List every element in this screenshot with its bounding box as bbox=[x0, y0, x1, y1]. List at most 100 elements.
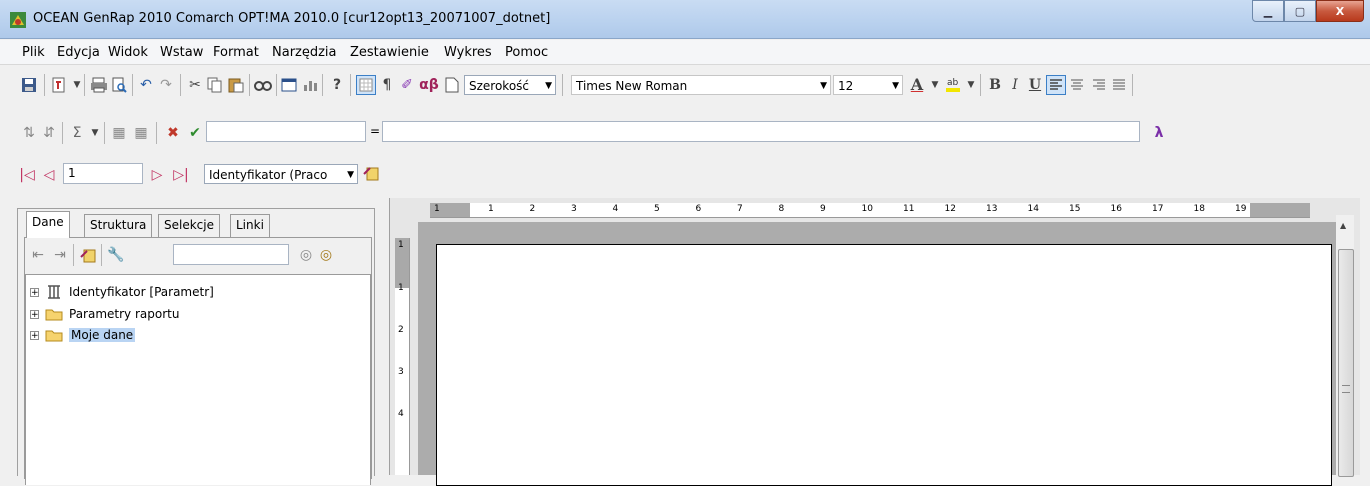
menu-zestawienie[interactable]: Zestawienie bbox=[350, 45, 429, 60]
data-panel: Dane Struktura Selekcje Linki ⇤ ⇥ 🔧 ◎ ◎ … bbox=[17, 208, 375, 485]
lambda-icon[interactable]: λ bbox=[1150, 124, 1168, 142]
copy-icon[interactable] bbox=[206, 76, 224, 94]
confirm-icon[interactable]: ✔ bbox=[186, 124, 204, 142]
folder-icon bbox=[45, 309, 63, 321]
align-left-icon[interactable] bbox=[1046, 75, 1066, 95]
italic-button[interactable]: I bbox=[1006, 76, 1024, 94]
symbol-icon[interactable]: αβ bbox=[418, 76, 440, 94]
grip-icon bbox=[1342, 385, 1350, 393]
align-right-icon[interactable] bbox=[1090, 76, 1108, 94]
tab-struktura[interactable]: Struktura bbox=[84, 214, 153, 237]
find-icon[interactable] bbox=[254, 76, 272, 94]
expand-icon[interactable]: + bbox=[30, 309, 39, 319]
menu-plik[interactable]: Plik bbox=[22, 45, 45, 60]
sort-ascending-icon[interactable]: ⇅ bbox=[20, 124, 38, 142]
save-icon[interactable] bbox=[20, 76, 38, 94]
ruler-tick-label: 1 bbox=[434, 204, 440, 214]
font-color-icon[interactable]: A bbox=[908, 75, 926, 94]
field-select[interactable]: Identyfikator (Praco ▼ bbox=[204, 164, 358, 184]
expand-icon[interactable]: + bbox=[30, 287, 39, 297]
move-right-icon[interactable]: ⇥ bbox=[51, 246, 69, 264]
paste-icon[interactable] bbox=[227, 76, 245, 94]
menu-narzedzia[interactable]: Narzędzia bbox=[272, 45, 337, 60]
chevron-down-icon[interactable]: ▼ bbox=[926, 76, 944, 94]
maximize-button[interactable]: ▢ bbox=[1284, 0, 1316, 22]
underline-button[interactable]: U bbox=[1026, 76, 1044, 94]
next-record-icon[interactable]: ▷ bbox=[148, 166, 166, 184]
tab-content-dane: ⇤ ⇥ 🔧 ◎ ◎ + Identyfikator [Parametr] + P… bbox=[24, 237, 372, 485]
field-select-value: Identyfikator (Praco bbox=[209, 168, 328, 182]
undo-icon[interactable]: ↶ bbox=[137, 76, 155, 94]
ruler-tick-label: 5 bbox=[654, 204, 660, 214]
help-icon[interactable]: ? bbox=[328, 76, 346, 94]
separator bbox=[84, 74, 85, 96]
pen-icon[interactable]: ✐ bbox=[398, 76, 416, 94]
ruler-tick-label: 17 bbox=[1152, 204, 1164, 214]
page-icon[interactable] bbox=[443, 76, 461, 94]
ruler-tick-label: 10 bbox=[861, 204, 873, 214]
table-icon[interactable] bbox=[280, 76, 298, 94]
font-size-select[interactable]: 12 ▼ bbox=[833, 75, 903, 95]
ruler-tick-label: 19 bbox=[1235, 204, 1247, 214]
record-number-field[interactable]: 1 bbox=[63, 163, 143, 184]
width-select[interactable]: Szerokość ▼ bbox=[464, 75, 556, 95]
tree-item-identyfikator[interactable]: + Identyfikator [Parametr] bbox=[30, 283, 214, 301]
ruler-tick-label: 2 bbox=[398, 325, 404, 335]
cell-reference-field[interactable] bbox=[206, 121, 366, 142]
sort-descending-icon[interactable]: ⇵ bbox=[40, 124, 58, 142]
menu-wykres[interactable]: Wykres bbox=[444, 45, 492, 60]
separator bbox=[562, 74, 563, 96]
print-icon[interactable] bbox=[90, 76, 108, 94]
grid-icon[interactable] bbox=[356, 75, 376, 95]
font-select[interactable]: Times New Roman ▼ bbox=[571, 75, 831, 95]
close-button[interactable]: X bbox=[1316, 0, 1364, 22]
chart-icon[interactable] bbox=[301, 76, 319, 94]
first-record-icon[interactable]: |◁ bbox=[18, 166, 36, 184]
highlight-icon[interactable]: ab bbox=[944, 75, 962, 93]
insert-field-icon[interactable] bbox=[362, 164, 380, 182]
cancel-icon[interactable]: ✖ bbox=[164, 124, 182, 142]
chevron-down-icon[interactable]: ▼ bbox=[86, 124, 104, 142]
menu-wstaw[interactable]: Wstaw bbox=[160, 45, 203, 60]
scroll-up-icon[interactable]: ▲ bbox=[1340, 221, 1346, 230]
last-record-icon[interactable]: ▷| bbox=[172, 166, 190, 184]
tree-item-label: Parametry raportu bbox=[69, 307, 180, 321]
scrollbar-thumb[interactable] bbox=[1338, 249, 1354, 477]
settings-icon[interactable]: 🔧 bbox=[107, 246, 125, 264]
report-page[interactable] bbox=[436, 244, 1332, 486]
minimize-button[interactable]: ▁ bbox=[1252, 0, 1284, 22]
tree-item-moje-dane[interactable]: + Moje dane bbox=[30, 326, 136, 344]
tab-linki[interactable]: Linki bbox=[230, 214, 270, 237]
menu-pomoc[interactable]: Pomoc bbox=[505, 45, 548, 60]
ruler-tick-label: 7 bbox=[737, 204, 743, 214]
panel-search-field[interactable] bbox=[173, 244, 289, 265]
paragraph-icon[interactable]: ¶ bbox=[378, 76, 396, 94]
bold-button[interactable]: B bbox=[986, 76, 1004, 94]
expand-icon[interactable]: + bbox=[30, 330, 39, 340]
find-previous-icon[interactable]: ◎ bbox=[297, 246, 315, 264]
sum-icon[interactable]: Σ bbox=[68, 124, 86, 142]
merge-cells-icon[interactable]: ▦ bbox=[110, 124, 128, 142]
formula-field[interactable] bbox=[382, 121, 1140, 142]
ruler-tick-label: 1 bbox=[488, 204, 494, 214]
print-preview-icon[interactable] bbox=[110, 76, 128, 94]
new-report-icon[interactable] bbox=[50, 76, 68, 94]
justify-icon[interactable] bbox=[1110, 76, 1128, 94]
align-center-icon[interactable] bbox=[1068, 76, 1086, 94]
tree-item-parametry[interactable]: + Parametry raportu bbox=[30, 305, 179, 323]
menu-widok[interactable]: Widok bbox=[108, 45, 148, 60]
tab-selekcje[interactable]: Selekcje bbox=[158, 214, 220, 237]
cut-icon[interactable]: ✂ bbox=[186, 76, 204, 94]
split-cells-icon[interactable]: ▦ bbox=[132, 124, 150, 142]
find-next-icon[interactable]: ◎ bbox=[317, 246, 335, 264]
add-field-icon[interactable] bbox=[79, 246, 97, 264]
previous-record-icon[interactable]: ◁ bbox=[40, 166, 58, 184]
chevron-down-icon[interactable]: ▼ bbox=[962, 76, 980, 94]
navigation-toolbar: |◁ ◁ 1 ▷ ▷| Identyfikator (Praco ▼ bbox=[0, 158, 1370, 192]
menu-format[interactable]: Format bbox=[213, 45, 259, 60]
redo-icon[interactable]: ↷ bbox=[157, 76, 175, 94]
menu-edycja[interactable]: Edycja bbox=[57, 45, 100, 60]
vertical-scrollbar[interactable]: ▲ bbox=[1336, 215, 1354, 477]
tab-dane[interactable]: Dane bbox=[26, 211, 70, 238]
move-left-icon[interactable]: ⇤ bbox=[29, 246, 47, 264]
